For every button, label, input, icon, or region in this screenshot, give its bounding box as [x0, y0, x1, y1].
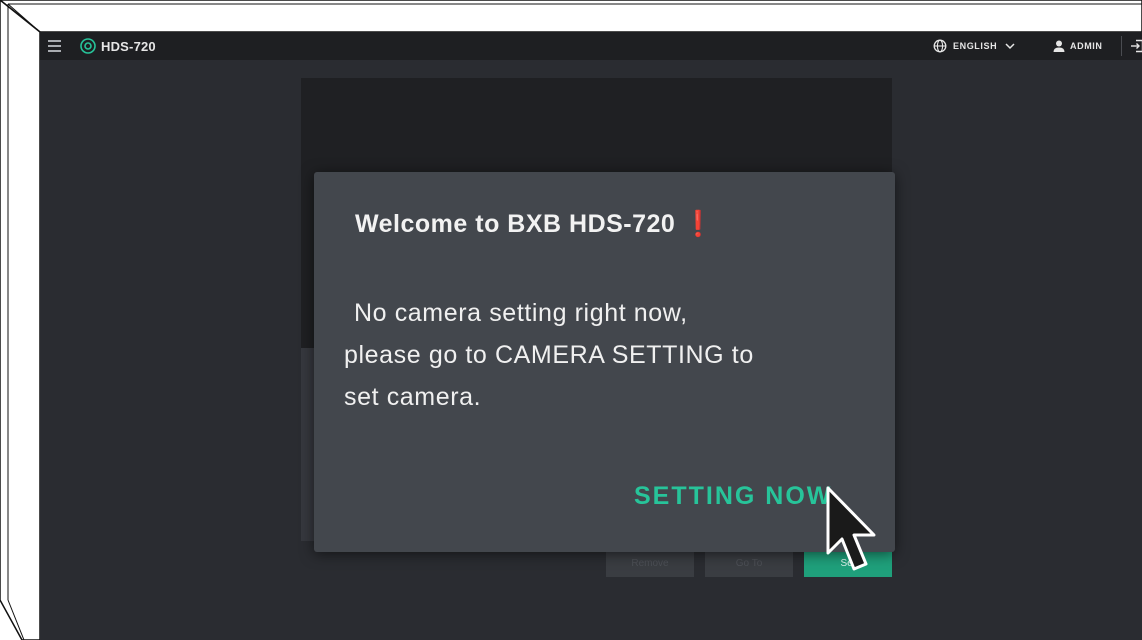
user-label: ADMIN — [1070, 41, 1103, 51]
chevron-down-icon — [1005, 43, 1015, 50]
logout-icon[interactable] — [1130, 39, 1142, 53]
mouse-pointer-icon — [826, 486, 876, 571]
dialog-message: No camera setting right now, please go t… — [344, 292, 884, 418]
language-label: ENGLISH — [953, 41, 998, 51]
dialog-message-line: No camera setting right now, — [354, 299, 688, 327]
app-title: HDS-720 — [101, 39, 156, 54]
welcome-dialog: Welcome to BXB HDS-720 ❗ No camera setti… — [314, 172, 895, 552]
app-screen: HDS-720 ENGLISH ADMIN Remove Go To Set W… — [40, 32, 1142, 640]
user-menu[interactable]: ADMIN — [1052, 37, 1103, 55]
goto-button[interactable]: Go To — [705, 549, 793, 577]
user-icon — [1053, 40, 1065, 52]
language-selector[interactable]: ENGLISH — [933, 37, 1021, 55]
dialog-message-line: please go to CAMERA SETTING to — [344, 341, 754, 369]
setting-now-button[interactable]: SETTING NOW — [634, 482, 832, 511]
top-bar: HDS-720 ENGLISH ADMIN — [40, 32, 1142, 60]
topbar-divider — [1121, 36, 1122, 56]
globe-icon — [933, 39, 947, 53]
dialog-message-line: set camera. — [344, 383, 482, 411]
camera-lens-icon — [80, 38, 96, 54]
hamburger-menu-icon[interactable] — [48, 40, 61, 52]
remove-button[interactable]: Remove — [606, 549, 694, 577]
dialog-title: Welcome to BXB HDS-720 ❗ — [355, 210, 715, 238]
